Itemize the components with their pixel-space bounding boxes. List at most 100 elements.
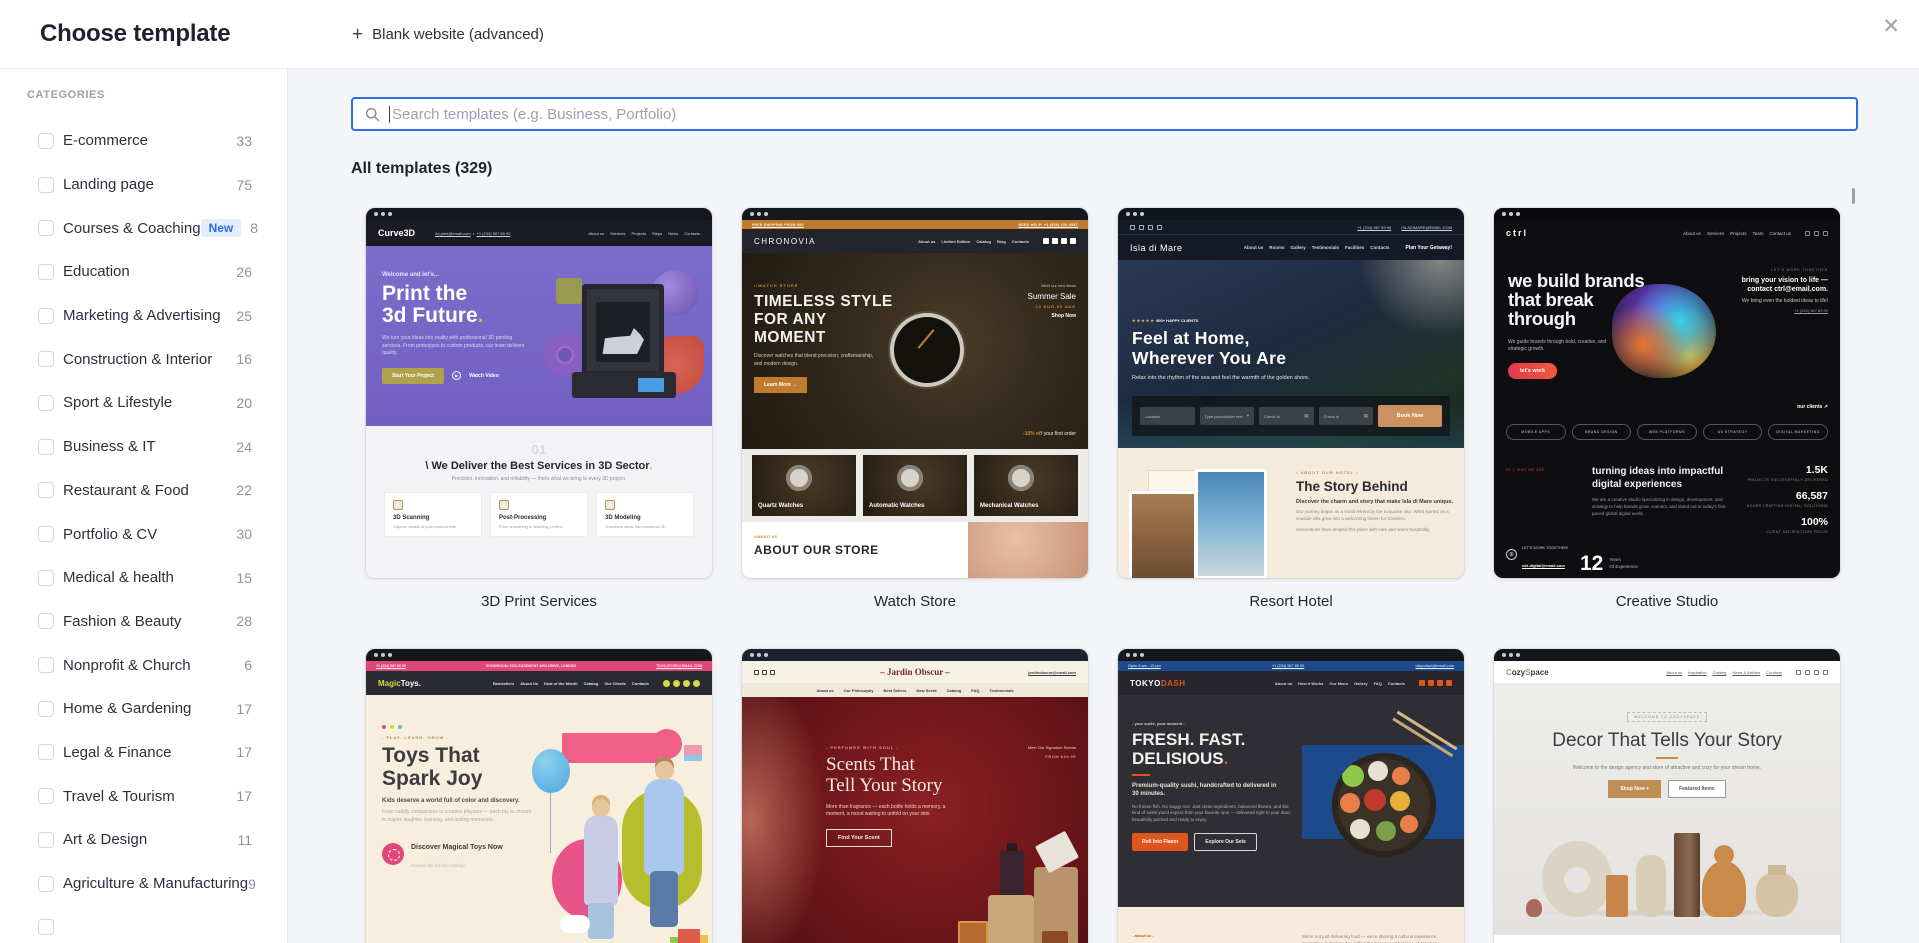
category-row[interactable]: Travel & Tourism 17	[0, 774, 287, 818]
category-label: Business & IT	[63, 438, 156, 456]
booking-field-checkout: Check In ▦	[1318, 407, 1373, 425]
template-thumbnail[interactable]: – Jardin Obscur – jardinobscur@email.com…	[742, 649, 1088, 943]
category-checkbox[interactable]	[38, 438, 54, 455]
mini-cta: Find Your Scent	[826, 828, 892, 847]
mini-nav-link: Best Sellers	[883, 687, 907, 693]
search-input[interactable]: Search templates (e.g. Business, Portfol…	[351, 97, 1858, 131]
category-row[interactable]: Sport & Lifestyle 20	[0, 381, 287, 425]
youtube-icon	[1437, 680, 1443, 686]
service-pill: DIGITAL MARKETING	[1768, 424, 1828, 440]
template-thumbnail[interactable]: CozySpace About us Inspiration Catalog News…	[1494, 649, 1840, 943]
category-row[interactable]: Fashion & Beauty 28	[0, 600, 287, 644]
mini-nav-link: Our Philosophy	[843, 687, 874, 693]
perfume-bottle	[958, 921, 988, 943]
facebook-icon	[1419, 680, 1425, 686]
template-thumbnail[interactable]: Curve3D 3d.print@email.com • +1 (234) 56…	[366, 208, 712, 578]
category-row[interactable]: Art & Design 11	[0, 818, 287, 862]
close-icon[interactable]: ✕	[1882, 16, 1900, 37]
category-label: Medical & health	[63, 569, 174, 587]
mini-logo: MagicToys.	[378, 678, 421, 688]
category-row[interactable]: Home & Gardening 17	[0, 687, 287, 731]
template-title: Creative Studio	[1615, 593, 1719, 610]
category-checkbox[interactable]	[38, 919, 54, 936]
category-row[interactable]	[0, 905, 287, 943]
category-checkbox[interactable]	[38, 263, 54, 280]
category-checkbox[interactable]	[38, 788, 54, 805]
category-label: Legal & Finance	[63, 743, 172, 761]
category-row[interactable]: Portfolio & CV 30	[0, 512, 287, 556]
category-row[interactable]: Education 26	[0, 250, 287, 294]
facebook-icon	[1043, 238, 1049, 244]
template-thumbnail[interactable]: +1 (234) 567 89 90 ISLADIMARE@EMAIL.COM I…	[1118, 208, 1464, 578]
category-row[interactable]: E-commerce 33	[0, 119, 287, 163]
mini-cta-secondary: Explore Our Sets	[1194, 832, 1257, 851]
scrollbar-thumb[interactable]	[1852, 188, 1855, 204]
category-checkbox[interactable]	[38, 132, 54, 149]
instagram-icon	[1148, 224, 1153, 230]
category-checkbox[interactable]	[38, 657, 54, 674]
browser-chrome	[1118, 649, 1464, 661]
blank-website-button[interactable]: + Blank website (advanced)	[352, 0, 544, 69]
template-thumbnail[interactable]: +1 (234) 567 89 90 SHOWROOM: 5234 EASEMO…	[366, 649, 712, 943]
category-row[interactable]: Landing page 75	[0, 163, 287, 207]
category-row[interactable]: Business & IT 24	[0, 425, 287, 469]
template-thumbnail[interactable]: FREE SHIPPING FROM $50 NEED HELP: +1 (80…	[742, 208, 1088, 578]
mini-nav-link: About us	[1243, 245, 1264, 250]
template-thumbnail[interactable]: ctrl About us Services Projects Team Contact…	[1494, 208, 1840, 578]
mini-logo: CHRONOVIA	[754, 236, 816, 246]
mini-nav-link: New Scent	[916, 687, 937, 693]
instagram-icon	[673, 679, 680, 687]
category-checkbox[interactable]	[38, 482, 54, 499]
category-row[interactable]: Courses & Coaching New 8	[0, 206, 287, 250]
service-pill: BRAND DESIGN	[1571, 424, 1632, 440]
category-checkbox[interactable]	[38, 744, 54, 761]
mini-cta: Shop Now +	[1608, 780, 1662, 798]
category-row[interactable]: Legal & Finance 17	[0, 731, 287, 775]
category-label: Courses & Coaching	[63, 219, 201, 237]
twitter-icon	[683, 679, 690, 687]
category-checkbox[interactable]	[38, 351, 54, 368]
template-card-decor[interactable]: CozySpace About us Inspiration Catalog News…	[1494, 649, 1840, 943]
template-card-sushi[interactable]: Open 8 am - 10 pm +1 (234) 567 89 00 tok…	[1118, 649, 1464, 943]
category-count: 17	[236, 744, 252, 761]
mini-nav-link: Rooms	[1269, 245, 1285, 250]
mini-nav-link: FAQ	[971, 687, 980, 693]
category-label: E-commerce	[63, 132, 149, 150]
category-row[interactable]: Construction & Interior 16	[0, 337, 287, 381]
template-card-resort-hotel[interactable]: +1 (234) 567 89 90 ISLADIMARE@EMAIL.COM I…	[1118, 208, 1464, 649]
template-card-toys[interactable]: +1 (234) 567 89 90 SHOWROOM: 5234 EASEMO…	[366, 649, 712, 943]
category-checkbox[interactable]	[38, 307, 54, 324]
category-checkbox[interactable]	[38, 569, 54, 586]
category-checkbox[interactable]	[38, 613, 54, 630]
category-row[interactable]: Restaurant & Food 22	[0, 469, 287, 513]
feature-icon	[499, 500, 509, 510]
mini-nav-link: About us	[1666, 669, 1683, 675]
category-checkbox[interactable]	[38, 176, 54, 193]
category-checkbox[interactable]	[38, 875, 54, 892]
mini-nav-link: Steps	[651, 230, 663, 236]
stat: 66,587 HOURS CRAFTING DIGITAL, SOLUTIONS	[1746, 490, 1828, 508]
category-row[interactable]: Medical & health 15	[0, 556, 287, 600]
category-checkbox[interactable]	[38, 394, 54, 411]
category-count: 6	[244, 657, 252, 674]
template-thumbnail[interactable]: Open 8 am - 10 pm +1 (234) 567 89 00 tok…	[1118, 649, 1464, 943]
mini-nav-link: Our Menu	[1329, 680, 1349, 686]
category-row[interactable]: Nonprofit & Church 6	[0, 643, 287, 687]
category-row[interactable]: Agriculture & Manufacturing 9	[0, 862, 287, 906]
mini-nav-link: Projects	[631, 230, 646, 236]
template-card-3d-print[interactable]: Curve3D 3d.print@email.com • +1 (234) 56…	[366, 208, 712, 649]
category-row[interactable]: Marketing & Advertising 25	[0, 294, 287, 338]
template-card-watch-store[interactable]: FREE SHIPPING FROM $50 NEED HELP: +1 (80…	[742, 208, 1088, 649]
browser-chrome	[742, 649, 1088, 661]
template-card-perfume[interactable]: – Jardin Obscur – jardinobscur@email.com…	[742, 649, 1088, 943]
twitter-icon	[1823, 230, 1828, 236]
category-checkbox[interactable]	[38, 526, 54, 543]
template-card-creative-studio[interactable]: ctrl About us Services Projects Team Contact…	[1494, 208, 1840, 649]
booking-field-checkin: Check In ▦	[1259, 407, 1314, 425]
category-checkbox[interactable]	[38, 831, 54, 848]
browser-chrome	[366, 649, 712, 661]
category-checkbox[interactable]	[38, 700, 54, 717]
category-checkbox[interactable]	[38, 220, 54, 237]
mini-nav-link: News & Articles	[1732, 669, 1761, 675]
stat: 1.5K PROJECTS SUCCESSFULLY DELIVERED	[1747, 464, 1828, 482]
